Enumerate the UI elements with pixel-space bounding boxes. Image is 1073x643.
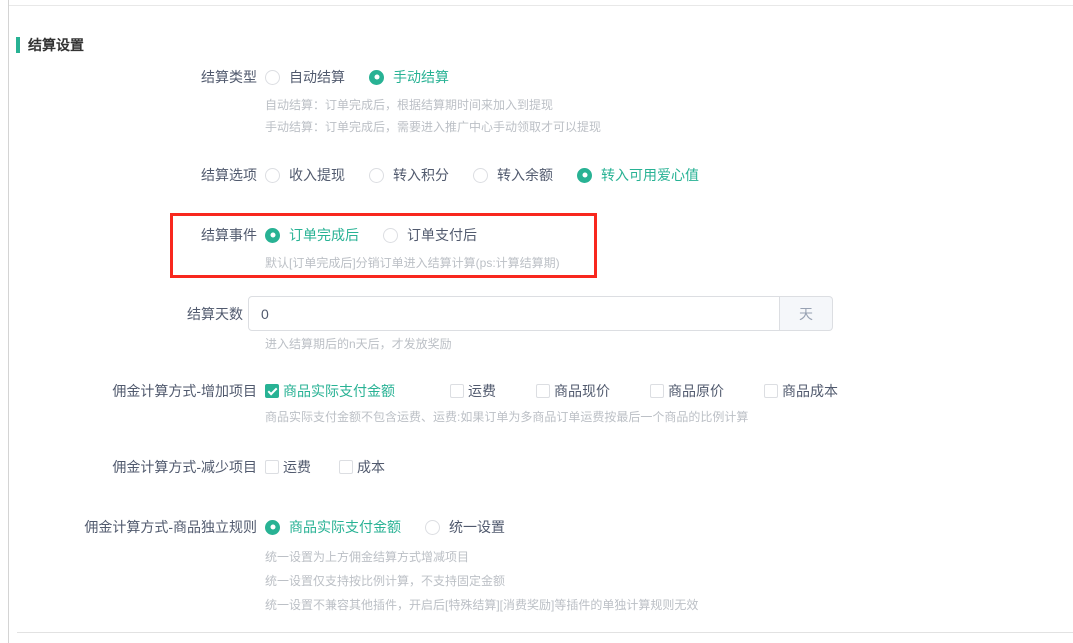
checkbox-icon[interactable] bbox=[450, 384, 464, 398]
radio-checked-icon[interactable] bbox=[369, 70, 384, 85]
radio-option-label[interactable]: 自动结算 bbox=[289, 67, 345, 87]
settlement-event-help: 默认[订单完成后]分销订单进入结算计算(ps:计算结算期) bbox=[265, 252, 560, 274]
settlement-type-help-line-1: 自动结算：订单完成后，根据结算期时间来加入到提现 bbox=[265, 94, 553, 116]
checkbox-icon[interactable] bbox=[339, 460, 353, 474]
commission-minus-label: 佣金计算方式-减少项目 bbox=[0, 457, 257, 477]
checkbox-option-label[interactable]: 商品实际支付金额 bbox=[283, 381, 395, 401]
commission-product-rule-options: 商品实际支付金额 统一设置 bbox=[265, 517, 529, 537]
checkbox-checked-icon[interactable] bbox=[265, 384, 279, 398]
settlement-type-label: 结算类型 bbox=[0, 67, 257, 87]
checkbox-option-shipping-fee[interactable]: 运费 bbox=[450, 381, 496, 401]
radio-icon[interactable] bbox=[383, 228, 398, 243]
commission-minus-options: 运费 成本 bbox=[265, 457, 413, 477]
commission-add-label: 佣金计算方式-增加项目 bbox=[0, 381, 257, 401]
radio-checked-icon[interactable] bbox=[265, 520, 280, 535]
settlement-event-options: 订单完成后 订单支付后 bbox=[265, 225, 501, 245]
settlement-option-row: 结算选项 收入提现 转入积分 转入余额 转入可用爱心值 bbox=[0, 165, 723, 185]
radio-icon[interactable] bbox=[425, 520, 440, 535]
commission-minus-row: 佣金计算方式-减少项目 运费 成本 bbox=[0, 457, 413, 477]
product-rule-help-line-2: 统一设置仅支持按比例计算，不支持固定金额 bbox=[265, 570, 505, 592]
section-accent-bar bbox=[16, 37, 20, 53]
panel-bottom-border bbox=[17, 632, 1073, 633]
settlement-days-row: 结算天数 天 bbox=[0, 296, 833, 331]
settlement-type-help-line-2: 手动结算：订单完成后，需要进入推广中心手动领取才可以提现 bbox=[265, 116, 601, 138]
checkbox-icon[interactable] bbox=[265, 460, 279, 474]
section-title: 结算设置 bbox=[28, 35, 84, 55]
radio-option-to-love-value[interactable]: 转入可用爱心值 bbox=[577, 165, 699, 185]
settlement-days-input[interactable] bbox=[248, 296, 780, 331]
radio-checked-icon[interactable] bbox=[265, 228, 280, 243]
radio-option-label[interactable]: 订单支付后 bbox=[407, 225, 477, 245]
radio-option-to-balance[interactable]: 转入余额 bbox=[473, 165, 553, 185]
checkbox-icon[interactable] bbox=[536, 384, 550, 398]
settlement-settings-page: 结算设置 结算类型 自动结算 手动结算 自动结算：订单完成后，根据结算期时间来加… bbox=[0, 0, 1073, 643]
product-rule-help-line-1: 统一设置为上方佣金结算方式增减项目 bbox=[265, 546, 469, 568]
radio-option-rule-actual-paid-amount[interactable]: 商品实际支付金额 bbox=[265, 517, 401, 537]
radio-option-label[interactable]: 转入余额 bbox=[497, 165, 553, 185]
commission-product-rule-row: 佣金计算方式-商品独立规则 商品实际支付金额 统一设置 bbox=[0, 517, 529, 537]
radio-option-label[interactable]: 手动结算 bbox=[393, 67, 449, 87]
radio-icon[interactable] bbox=[265, 168, 280, 183]
commission-add-row: 佣金计算方式-增加项目 商品实际支付金额 运费 商品现价 商品原价 商品成本 bbox=[0, 381, 878, 401]
radio-option-auto-settle[interactable]: 自动结算 bbox=[265, 67, 345, 87]
checkbox-option-label[interactable]: 商品成本 bbox=[782, 381, 838, 401]
checkbox-icon[interactable] bbox=[650, 384, 664, 398]
radio-option-label[interactable]: 订单完成后 bbox=[289, 225, 359, 245]
commission-add-help: 商品实际支付金额不包含运费、运费:如果订单为多商品订单运费按最后一个商品的比例计… bbox=[265, 406, 748, 428]
product-rule-help-line-3: 统一设置不兼容其他插件，开启后[特殊结算][消费奖励]等插件的单独计算规则无效 bbox=[265, 594, 698, 616]
radio-option-unified-setting[interactable]: 统一设置 bbox=[425, 517, 505, 537]
settlement-days-label: 结算天数 bbox=[0, 304, 243, 324]
checkbox-option-product-cost[interactable]: 商品成本 bbox=[764, 381, 838, 401]
radio-option-label[interactable]: 收入提现 bbox=[289, 165, 345, 185]
radio-option-label[interactable]: 转入可用爱心值 bbox=[601, 165, 699, 185]
checkbox-icon[interactable] bbox=[764, 384, 778, 398]
checkbox-option-label[interactable]: 商品现价 bbox=[554, 381, 610, 401]
checkbox-option-minus-shipping-fee[interactable]: 运费 bbox=[265, 457, 311, 477]
checkbox-option-label[interactable]: 成本 bbox=[357, 457, 385, 477]
radio-option-label[interactable]: 转入积分 bbox=[393, 165, 449, 185]
section-header: 结算设置 bbox=[16, 35, 84, 55]
panel-top-border bbox=[9, 5, 1073, 6]
checkbox-option-current-price[interactable]: 商品现价 bbox=[536, 381, 610, 401]
radio-option-income-withdraw[interactable]: 收入提现 bbox=[265, 165, 345, 185]
settlement-event-row: 结算事件 订单完成后 订单支付后 bbox=[0, 225, 501, 245]
settlement-event-label: 结算事件 bbox=[0, 225, 257, 245]
radio-option-to-points[interactable]: 转入积分 bbox=[369, 165, 449, 185]
settlement-days-input-group: 天 bbox=[248, 296, 833, 331]
days-unit-suffix: 天 bbox=[780, 296, 833, 331]
radio-option-label[interactable]: 统一设置 bbox=[449, 517, 505, 537]
checkbox-option-original-price[interactable]: 商品原价 bbox=[650, 381, 724, 401]
radio-option-order-paid[interactable]: 订单支付后 bbox=[383, 225, 477, 245]
settlement-type-row: 结算类型 自动结算 手动结算 bbox=[0, 67, 473, 87]
commission-product-rule-label: 佣金计算方式-商品独立规则 bbox=[0, 517, 257, 537]
radio-icon[interactable] bbox=[473, 168, 488, 183]
checkbox-option-label[interactable]: 商品原价 bbox=[668, 381, 724, 401]
radio-checked-icon[interactable] bbox=[577, 168, 592, 183]
radio-icon[interactable] bbox=[265, 70, 280, 85]
settlement-option-options: 收入提现 转入积分 转入余额 转入可用爱心值 bbox=[265, 165, 723, 185]
settlement-option-label: 结算选项 bbox=[0, 165, 257, 185]
radio-option-label[interactable]: 商品实际支付金额 bbox=[289, 517, 401, 537]
checkbox-option-actual-paid-amount[interactable]: 商品实际支付金额 bbox=[265, 381, 395, 401]
radio-icon[interactable] bbox=[369, 168, 384, 183]
checkbox-option-label[interactable]: 运费 bbox=[283, 457, 311, 477]
settlement-type-options: 自动结算 手动结算 bbox=[265, 67, 473, 87]
radio-option-manual-settle[interactable]: 手动结算 bbox=[369, 67, 449, 87]
checkbox-option-label[interactable]: 运费 bbox=[468, 381, 496, 401]
checkbox-option-minus-cost[interactable]: 成本 bbox=[339, 457, 385, 477]
radio-option-order-completed[interactable]: 订单完成后 bbox=[265, 225, 359, 245]
settlement-days-help: 进入结算期后的n天后，才发放奖励 bbox=[265, 333, 452, 355]
commission-add-options: 商品实际支付金额 运费 商品现价 商品原价 商品成本 bbox=[265, 381, 878, 401]
